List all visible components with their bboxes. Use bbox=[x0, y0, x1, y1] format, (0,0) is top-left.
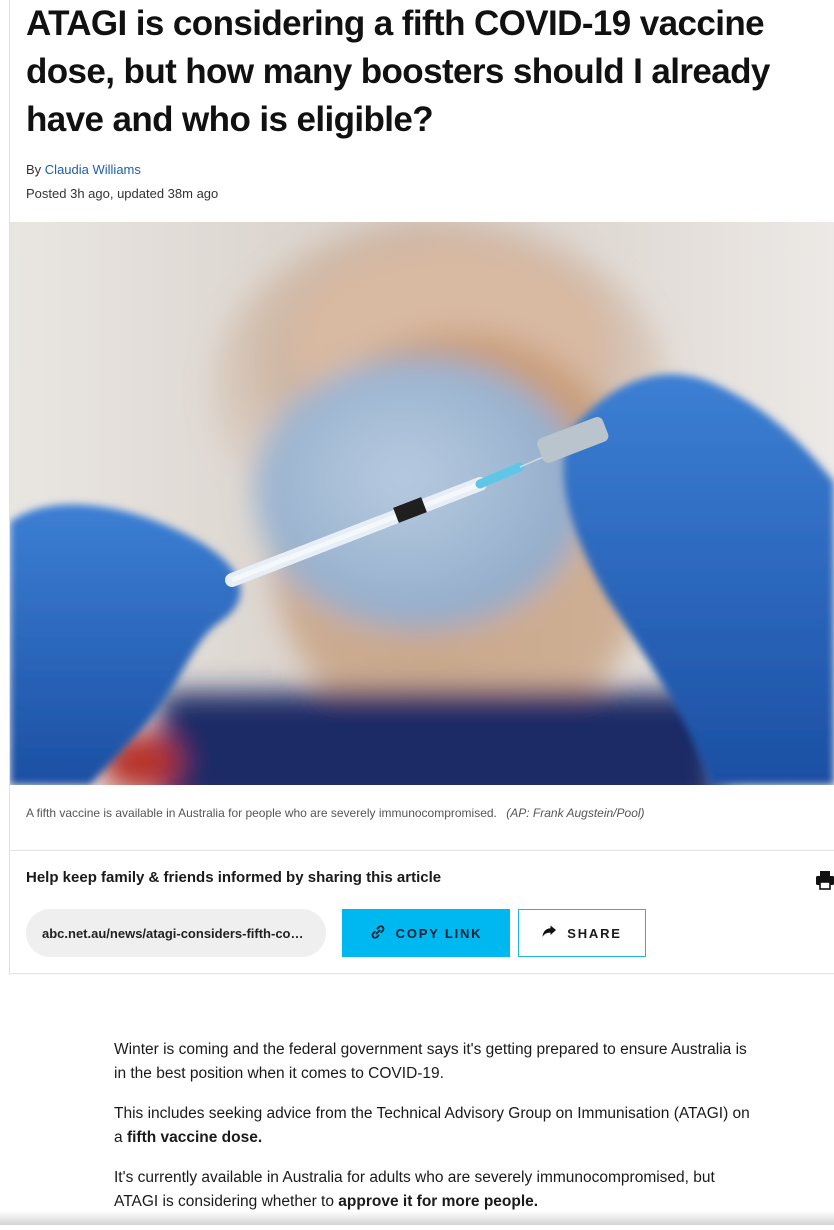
copy-link-button[interactable]: COPY LINK bbox=[342, 909, 510, 957]
photo-credit: (AP: Frank Augstein/Pool) bbox=[506, 806, 645, 820]
image-caption: A fifth vaccine is available in Australi… bbox=[26, 806, 645, 820]
article-headline: ATAGI is considering a fifth COVID-19 va… bbox=[26, 4, 770, 139]
paragraph-1: Winter is coming and the federal governm… bbox=[114, 1041, 747, 1082]
article-body: Winter is coming and the federal governm… bbox=[114, 1038, 754, 1230]
paragraph-2: This includes seeking advice from the Te… bbox=[114, 1102, 754, 1150]
byline: By Claudia Williams bbox=[26, 162, 141, 177]
divider bbox=[10, 850, 834, 851]
posted-timestamp: Posted 3h ago, updated 38m ago bbox=[26, 186, 219, 201]
link-icon bbox=[370, 924, 386, 943]
copy-link-label: COPY LINK bbox=[395, 925, 483, 941]
share-button[interactable]: SHARE bbox=[518, 909, 646, 957]
bottom-fade bbox=[0, 1211, 834, 1225]
share-heading: Help keep family & friends informed by s… bbox=[26, 869, 442, 886]
hero-image bbox=[10, 222, 834, 785]
fifth-dose-link[interactable]: fifth vaccine dose. bbox=[127, 1129, 262, 1146]
caption-text: A fifth vaccine is available in Australi… bbox=[26, 806, 497, 820]
share-label: SHARE bbox=[567, 925, 622, 941]
byline-prefix: By bbox=[26, 162, 42, 177]
article-url: abc.net.au/news/atagi-considers-fifth-co… bbox=[42, 925, 310, 941]
share-arrow-icon bbox=[542, 925, 557, 941]
divider bbox=[10, 973, 834, 974]
article-url-field[interactable]: abc.net.au/news/atagi-considers-fifth-co… bbox=[26, 909, 326, 957]
author-link[interactable]: Claudia Williams bbox=[45, 162, 141, 177]
paragraph-3: It's currently available in Australia fo… bbox=[114, 1166, 754, 1214]
printer-icon[interactable] bbox=[816, 870, 834, 890]
approve-more-people-link[interactable]: approve it for more people. bbox=[338, 1193, 538, 1210]
